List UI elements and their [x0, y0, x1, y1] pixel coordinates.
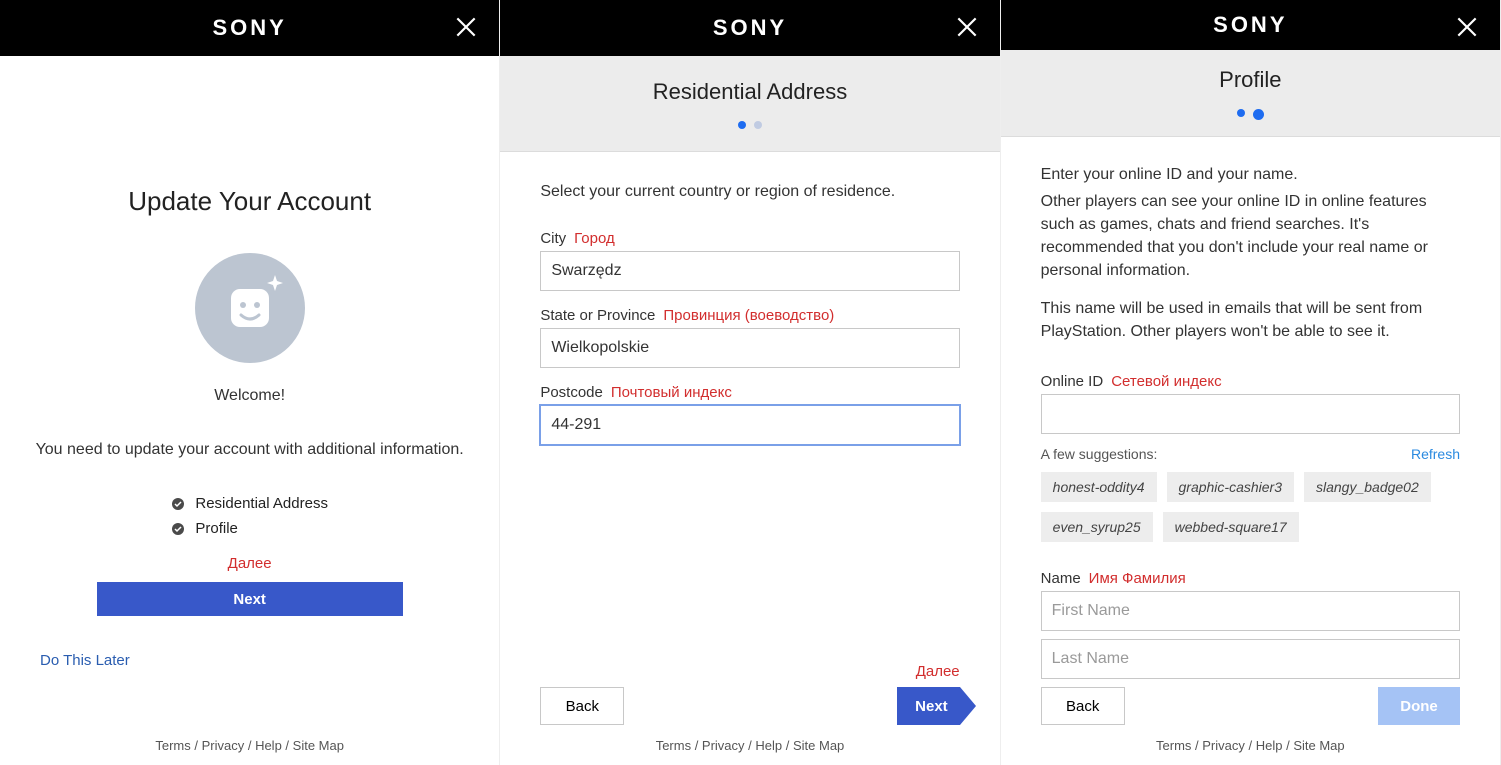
- footer-privacy[interactable]: Privacy: [202, 738, 245, 753]
- name-label: Name: [1041, 570, 1081, 587]
- welcome-text: Welcome!: [214, 387, 285, 405]
- footer-help[interactable]: Help: [1256, 738, 1283, 753]
- panel-profile: SONY Profile Enter your online ID and yo…: [1001, 0, 1501, 765]
- footer-terms[interactable]: Terms: [656, 738, 691, 753]
- panel-residential-address: SONY Residential Address Select your cur…: [500, 0, 1000, 765]
- panel-update-account: SONY Update Your Account Welcome! You ne…: [0, 0, 500, 765]
- subheader-title: Residential Address: [653, 79, 847, 105]
- close-icon[interactable]: [1454, 14, 1480, 40]
- subheader: Profile: [1001, 50, 1500, 136]
- chip[interactable]: graphic-cashier3: [1167, 472, 1295, 502]
- step-dot-2: [754, 121, 762, 129]
- onlineid-label: Online ID: [1041, 373, 1104, 390]
- next-annotation: Далее: [916, 663, 960, 680]
- footer-sitemap[interactable]: Site Map: [793, 738, 844, 753]
- checklist-item-label: Residential Address: [195, 495, 328, 512]
- state-input[interactable]: [540, 328, 959, 368]
- done-button[interactable]: Done: [1378, 687, 1460, 725]
- sparkle-icon: [267, 275, 283, 291]
- topbar: SONY: [0, 0, 499, 56]
- refresh-link[interactable]: Refresh: [1411, 446, 1460, 462]
- subheader-title: Profile: [1219, 67, 1281, 93]
- footer-privacy[interactable]: Privacy: [1202, 738, 1245, 753]
- footer: Terms / Privacy / Help / Site Map: [0, 738, 499, 753]
- sony-logo: SONY: [212, 15, 286, 41]
- topbar: SONY: [1001, 0, 1500, 50]
- step-dot-1: [738, 121, 746, 129]
- next-button[interactable]: Next: [97, 582, 403, 616]
- desc-line-1: Enter your online ID and your name.: [1041, 163, 1460, 186]
- footer-sitemap[interactable]: Site Map: [293, 738, 344, 753]
- onlineid-annotation: Сетевой индекс: [1111, 373, 1221, 390]
- postcode-label: Postcode: [540, 384, 603, 401]
- state-annotation: Провинция (воеводство): [663, 307, 834, 324]
- checklist-item: Profile: [171, 520, 238, 537]
- chip[interactable]: webbed-square17: [1163, 512, 1299, 542]
- sony-logo: SONY: [713, 15, 787, 41]
- step-dot-1: [1237, 109, 1245, 117]
- back-button[interactable]: Back: [540, 687, 624, 725]
- bottom-row: Далее Back Next: [500, 687, 999, 765]
- chip[interactable]: even_syrup25: [1041, 512, 1153, 542]
- chip[interactable]: slangy_badge02: [1304, 472, 1431, 502]
- footer-sitemap[interactable]: Site Map: [1293, 738, 1344, 753]
- suggestions-label: A few suggestions:: [1041, 446, 1158, 462]
- step-dot-2: [1253, 109, 1264, 120]
- postcode-annotation: Почтовый индекс: [611, 384, 732, 401]
- suggestion-chips: honest-oddity4 graphic-cashier3 slangy_b…: [1041, 472, 1460, 542]
- desc-line-2: Other players can see your online ID in …: [1041, 190, 1460, 283]
- checklist: Residential Address Profile: [171, 495, 328, 537]
- footer: Terms / Privacy / Help / Site Map: [1001, 738, 1500, 753]
- subheader: Residential Address: [500, 56, 999, 152]
- lastname-input[interactable]: [1041, 639, 1460, 679]
- form-body: Select your current country or region of…: [500, 152, 999, 687]
- sony-logo: SONY: [1213, 12, 1287, 38]
- back-button[interactable]: Back: [1041, 687, 1125, 725]
- state-label: State or Province: [540, 307, 655, 324]
- step-dots: [1237, 109, 1264, 120]
- footer-terms[interactable]: Terms: [1156, 738, 1191, 753]
- next-annotation: Далее: [228, 555, 272, 572]
- name-annotation: Имя Фамилия: [1089, 570, 1186, 587]
- bottom-row: Back Done: [1001, 687, 1500, 765]
- next-button[interactable]: Next: [897, 687, 960, 725]
- desc-line-3: This name will be used in emails that wi…: [1041, 297, 1460, 343]
- footer: Terms / Privacy / Help / Site Map: [500, 738, 999, 753]
- bullet-icon: [171, 497, 185, 511]
- avatar: [195, 253, 305, 363]
- onlineid-input[interactable]: [1041, 394, 1460, 434]
- step-dots: [738, 121, 762, 129]
- city-input[interactable]: [540, 251, 959, 291]
- city-annotation: Город: [574, 230, 615, 247]
- footer-help[interactable]: Help: [255, 738, 282, 753]
- close-icon[interactable]: [954, 14, 980, 40]
- do-later-link[interactable]: Do This Later: [40, 652, 130, 669]
- close-icon[interactable]: [453, 14, 479, 40]
- topbar: SONY: [500, 0, 999, 56]
- panel1-content: Update Your Account Welcome! You need to…: [0, 56, 499, 765]
- footer-privacy[interactable]: Privacy: [702, 738, 745, 753]
- checklist-item: Residential Address: [171, 495, 328, 512]
- subtext: You need to update your account with add…: [36, 441, 464, 459]
- bullet-icon: [171, 522, 185, 536]
- footer-help[interactable]: Help: [755, 738, 782, 753]
- city-label: City: [540, 230, 566, 247]
- footer-terms[interactable]: Terms: [155, 738, 190, 753]
- postcode-input[interactable]: [540, 405, 959, 445]
- firstname-input[interactable]: [1041, 591, 1460, 631]
- checklist-item-label: Profile: [195, 520, 238, 537]
- form-body: Enter your online ID and your name. Othe…: [1001, 137, 1500, 687]
- lead-text: Select your current country or region of…: [540, 180, 959, 204]
- chip[interactable]: honest-oddity4: [1041, 472, 1157, 502]
- page-title: Update Your Account: [128, 186, 371, 217]
